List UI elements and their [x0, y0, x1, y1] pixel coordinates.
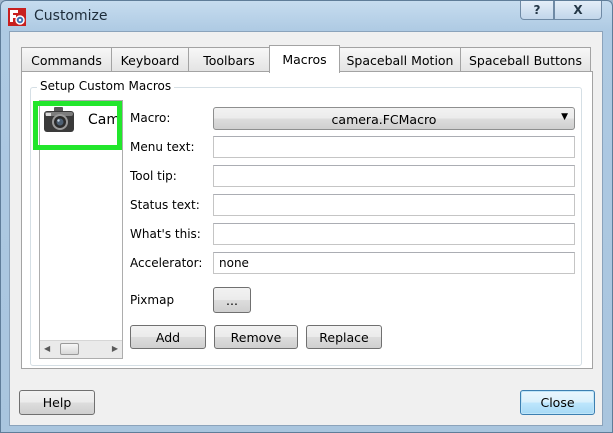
group-title: Setup Custom Macros — [37, 79, 175, 93]
list-item-label: Cam — [88, 112, 120, 128]
title-bar[interactable]: Customize ? X — [1, 1, 612, 31]
help-button[interactable]: Help — [19, 390, 95, 415]
dialog-client-area: Commands Keyboard Toolbars Macros Spaceb… — [9, 31, 603, 426]
window-title: Customize — [34, 8, 108, 24]
tab-macros[interactable]: Macros — [269, 45, 340, 73]
customize-dialog: Customize ? X Commands Keyboard Toolbars… — [0, 0, 613, 433]
title-close-button[interactable]: X — [554, 1, 602, 20]
accelerator-label: Accelerator: — [130, 256, 203, 270]
scroll-right-icon[interactable]: ▶ — [112, 344, 118, 353]
tab-spaceball-motion[interactable]: Spaceball Motion — [339, 47, 461, 72]
list-item[interactable]: Cam — [40, 101, 122, 139]
menu-text-label: Menu text: — [130, 140, 195, 154]
macro-select[interactable]: camera.FCMacro ▼ — [213, 107, 575, 130]
menu-text-input[interactable] — [213, 136, 575, 158]
accelerator-input[interactable]: none — [213, 252, 575, 274]
macro-list[interactable]: Cam ◀ ▶ — [39, 100, 123, 359]
chevron-down-icon: ▼ — [561, 112, 568, 122]
whats-this-label: What's this: — [130, 227, 201, 241]
remove-button[interactable]: Remove — [214, 325, 298, 349]
tool-tip-label: Tool tip: — [130, 169, 177, 183]
scroll-left-icon[interactable]: ◀ — [44, 344, 50, 353]
status-text-input[interactable] — [213, 194, 575, 216]
pixmap-browse-button[interactable]: ... — [213, 287, 251, 313]
status-text-label: Status text: — [130, 198, 200, 212]
list-horizontal-scrollbar[interactable]: ◀ ▶ — [40, 340, 122, 358]
replace-button[interactable]: Replace — [306, 325, 382, 349]
tab-toolbars[interactable]: Toolbars — [188, 47, 270, 72]
scrollbar-thumb[interactable] — [60, 343, 79, 355]
close-icon: X — [573, 3, 583, 17]
setup-custom-macros-group: Setup Custom Macros Cam ◀ ▶ Macro: camer… — [30, 79, 582, 366]
tab-keyboard[interactable]: Keyboard — [111, 47, 189, 72]
title-help-button[interactable]: ? — [520, 1, 554, 20]
macros-tab-panel: Setup Custom Macros Cam ◀ ▶ Macro: camer… — [21, 71, 593, 369]
camera-icon — [44, 107, 74, 132]
add-button[interactable]: Add — [130, 325, 206, 349]
macro-label: Macro: — [130, 111, 171, 125]
question-icon: ? — [533, 3, 541, 17]
tool-tip-input[interactable] — [213, 165, 575, 187]
tab-spaceball-buttons[interactable]: Spaceball Buttons — [460, 47, 591, 72]
tab-commands[interactable]: Commands — [21, 47, 112, 72]
freecad-app-icon — [8, 8, 26, 26]
pixmap-label: Pixmap — [130, 293, 175, 307]
macro-select-value: camera.FCMacro — [331, 112, 437, 127]
whats-this-input[interactable] — [213, 223, 575, 245]
close-button[interactable]: Close — [520, 390, 595, 415]
